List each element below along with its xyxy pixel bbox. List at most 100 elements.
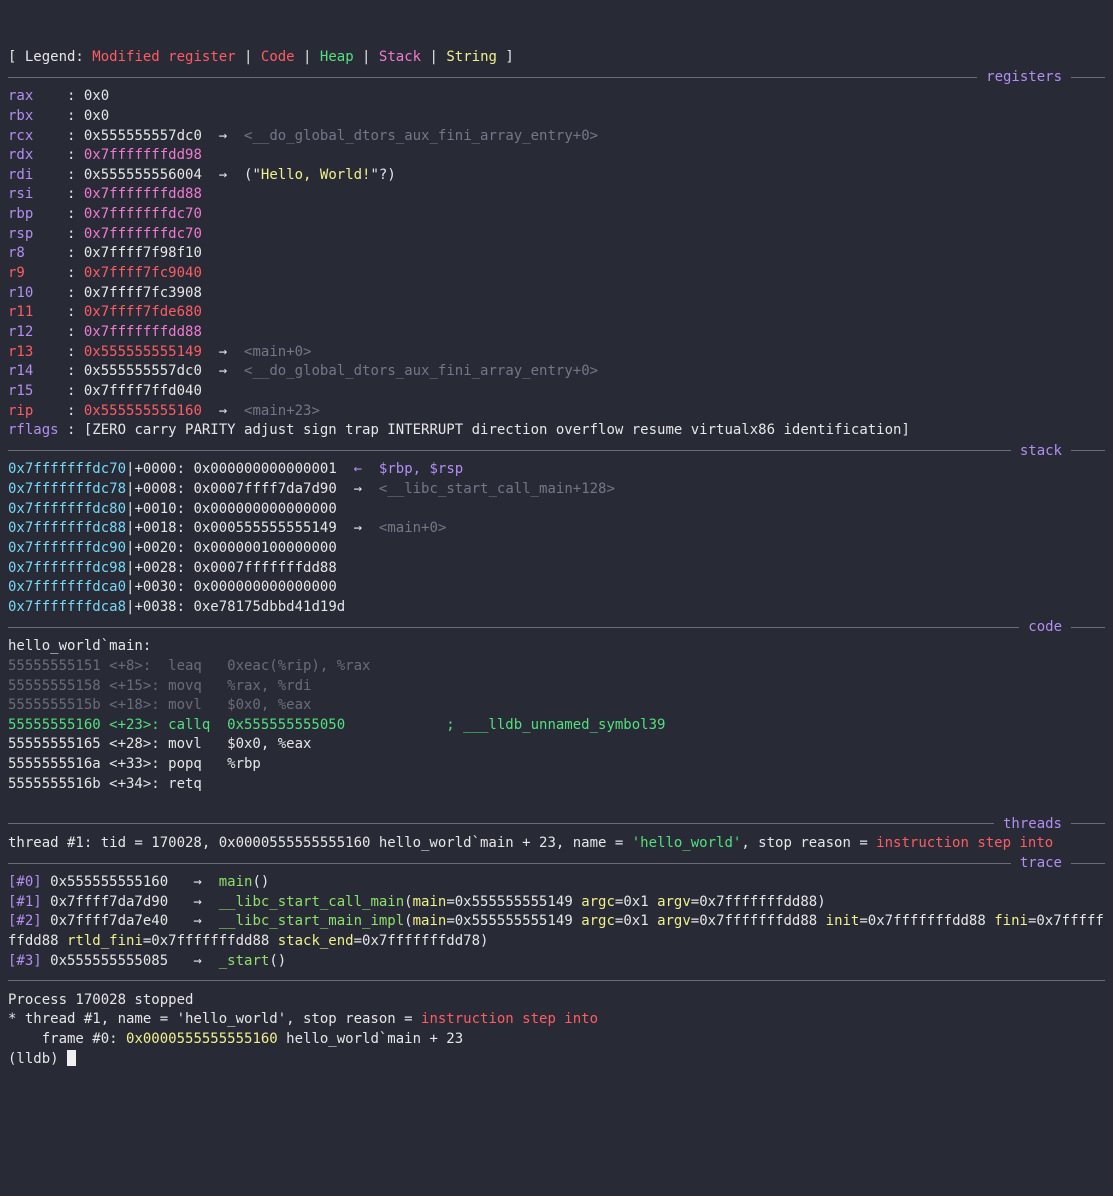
stack-note: $rbp, $rsp — [378, 461, 464, 478]
register-name: rax — [8, 88, 34, 105]
register-colon: : — [33, 323, 84, 340]
stack-row: 0x7fffffffdc88|+0018: 0x000555555555149 … — [8, 519, 1105, 539]
frame-status-location: hello_world`main + 23 — [277, 1031, 464, 1048]
frame-args: () — [252, 873, 270, 890]
code-line: 55555555165 <+28>: movl $0x0, %eax — [8, 736, 312, 753]
register-value: 0x7fffffffdd98 — [83, 147, 202, 164]
stack-value: 0x0007ffff7da7d90 — [193, 481, 337, 498]
stack-value: 0x000000000000000 — [193, 500, 337, 517]
register-colon: : — [33, 88, 84, 105]
stack-address: 0x7fffffffdc98 — [8, 559, 127, 576]
register-name: r11 — [8, 304, 34, 321]
register-name: r15 — [8, 382, 34, 399]
code-line: 5555555516b <+34>: retq — [8, 775, 202, 792]
trace-frame-0: [#0] 0x555555555160 → main() — [8, 873, 1105, 893]
stack-row: 0x7fffffffdca8|+0038: 0xe78175dbbd41d19d — [8, 598, 1105, 618]
frame-status: frame #0: 0x0000555555555160 hello_world… — [8, 1030, 1105, 1050]
arrow-icon: → — [353, 481, 363, 498]
register-colon: : — [33, 343, 84, 360]
register-value: 0x7ffff7fc9040 — [83, 265, 202, 282]
register-value: 0x555555555149 — [83, 343, 202, 360]
thread-status: * thread #1, name = 'hello_world', stop … — [8, 1010, 1105, 1030]
register-value: 0x7ffff7f98f10 — [83, 245, 202, 262]
register-value: 0x555555557dc0 — [83, 363, 202, 380]
register-name: rdi — [8, 166, 34, 183]
frame-arg-name: argv — [657, 893, 691, 910]
register-target: ("Hello, World!"?) — [244, 167, 396, 183]
frame-args-open: ( — [404, 913, 413, 930]
threads-section-title: threads — [1002, 815, 1062, 832]
frame-arg-value: =0x555555555149 — [446, 893, 582, 910]
frame-status-address: 0x0000555555555160 — [126, 1031, 278, 1048]
separator-rule — [8, 450, 1011, 452]
frame-arg-name: argv — [657, 913, 691, 930]
stack-value: 0x000000000000000 — [193, 579, 337, 596]
stack-offset: |+0020: — [126, 540, 194, 557]
stack-address: 0x7fffffffdc90 — [8, 540, 127, 557]
arrow-icon: → — [218, 343, 228, 360]
lldb-prompt-line[interactable]: (lldb) — [8, 1049, 1105, 1070]
arrow-icon: → — [218, 363, 228, 380]
stack-address: 0x7fffffffdc70 — [8, 461, 127, 478]
register-value: 0x7fffffffdd88 — [83, 323, 202, 340]
register-value: [ZERO carry PARITY adjust sign trap INTE… — [83, 422, 910, 439]
stack-row: 0x7fffffffdc98|+0028: 0x0007fffffffdd88 — [8, 559, 1105, 579]
frame-arg-name: main — [412, 893, 447, 910]
separator-rule — [8, 76, 978, 78]
stack-note: <__libc_start_call_main+128> — [378, 481, 615, 498]
register-colon: : — [33, 166, 84, 183]
thread-stop-label: , stop reason = — [741, 834, 877, 851]
code-function-name: hello_world`main: — [8, 638, 152, 655]
frame-arg-value: =0x7fffffffdd88 — [690, 913, 826, 930]
register-value: 0x7fffffffdc70 — [83, 225, 202, 242]
legend-string: String — [446, 49, 497, 65]
thread-info: thread #1: tid = 170028, 0x0000555555555… — [8, 834, 632, 851]
register-target: <__do_global_dtors_aux_fini_array_entry+… — [244, 363, 599, 380]
register-value: 0x7ffff7fde680 — [83, 304, 202, 321]
stack-value: 0x000555555555149 — [193, 520, 337, 537]
frame-index: [#0] — [8, 873, 42, 890]
terminal-output: [ Legend: Modified register | Code | Hea… — [8, 48, 1105, 1069]
stack-address: 0x7fffffffdc78 — [8, 481, 127, 498]
register-value: 0x0 — [83, 107, 110, 124]
frame-status-label: frame #0: — [8, 1031, 127, 1048]
registers-section-title: registers — [986, 69, 1062, 86]
thread-status-reason: instruction step into — [421, 1011, 599, 1028]
frame-arg-value: =0x1 — [614, 913, 658, 930]
register-row-rbx: rbx : 0x0 — [8, 107, 1105, 127]
text-cursor[interactable] — [67, 1049, 77, 1066]
frame-arg-name: main — [412, 913, 447, 930]
register-target: <main+0> — [244, 343, 312, 360]
stack-row: 0x7fffffffdc80|+0010: 0x000000000000000 — [8, 500, 1105, 520]
stack-row: 0x7fffffffdc78|+0008: 0x0007ffff7da7d90 … — [8, 480, 1105, 500]
frame-index: [#1] — [8, 893, 42, 910]
register-colon: : — [33, 402, 84, 419]
frame-arg-value: =0x7fffffffdd88) — [690, 893, 826, 910]
frame-arg-name: fini — [994, 913, 1028, 930]
legend-suffix: ] — [496, 49, 514, 65]
register-name: rdx — [8, 147, 34, 164]
thread-line: thread #1: tid = 170028, 0x0000555555555… — [8, 834, 1105, 854]
register-name: rsi — [8, 186, 34, 203]
left-arrow-icon: ← — [353, 461, 363, 478]
separator-rule — [1071, 450, 1105, 452]
arrow-icon: → — [218, 127, 228, 144]
string-close: "?) — [370, 166, 396, 183]
legend-heap: Heap — [319, 49, 354, 65]
register-value: 0x7fffffffdc70 — [83, 206, 202, 223]
stack-address: 0x7fffffffdca0 — [8, 579, 127, 596]
frame-address: 0x7ffff7da7e40 → — [41, 913, 219, 930]
register-row-r11: r11 : 0x7ffff7fde680 — [8, 303, 1105, 323]
register-value: 0x7ffff7ffd040 — [83, 382, 202, 399]
legend-modified-register: Modified register — [92, 49, 236, 65]
